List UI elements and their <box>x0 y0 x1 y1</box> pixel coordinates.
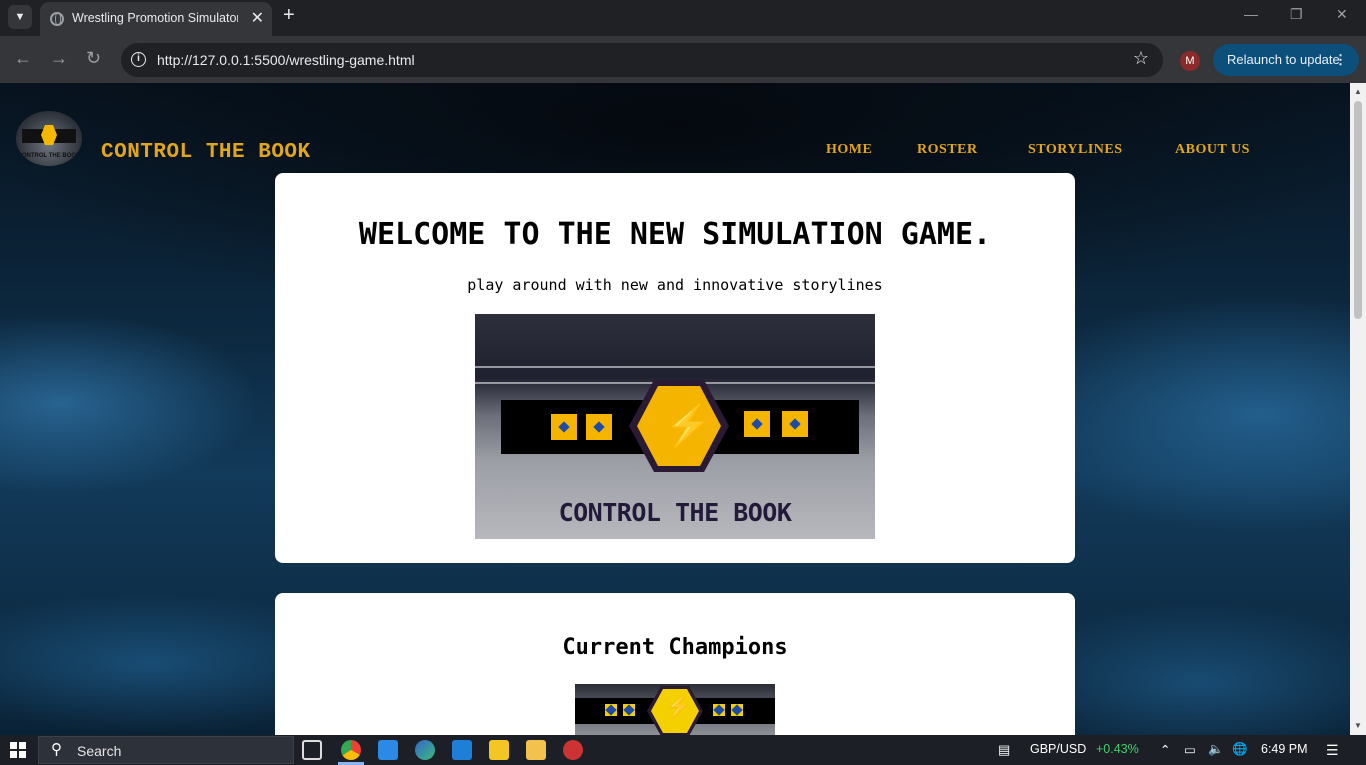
reload-icon[interactable]: ↻ <box>86 48 101 69</box>
vscode-icon[interactable] <box>378 740 398 760</box>
nav-roster[interactable]: ROSTER <box>917 142 978 158</box>
widgets-icon[interactable]: ▤ <box>998 742 1010 758</box>
file-explorer-icon[interactable] <box>526 740 546 760</box>
sticky-notes-icon[interactable] <box>489 740 509 760</box>
lightning-icon: ⚡ <box>663 404 713 448</box>
belt-gem <box>623 704 635 716</box>
belt-gem <box>782 411 808 437</box>
ticker-change: +0.43% <box>1096 742 1139 756</box>
nav-about-us[interactable]: ABOUT US <box>1175 142 1250 158</box>
champions-card: Current Champions ⚡ <box>275 593 1075 735</box>
bookmark-star-icon[interactable]: ☆ <box>1133 48 1149 69</box>
champions-title: Current Champions <box>562 635 788 660</box>
tray-chevron-up-icon[interactable]: ⌃ <box>1160 742 1170 757</box>
search-icon: ⚲ <box>51 741 62 758</box>
nav-home[interactable]: HOME <box>826 142 872 158</box>
profile-avatar[interactable]: M <box>1180 51 1200 71</box>
belt-gem <box>713 704 725 716</box>
network-globe-icon[interactable]: 🌐 <box>1232 742 1248 757</box>
champion-belt-image: ⚡ <box>575 684 775 735</box>
new-tab-icon[interactable]: + <box>283 4 295 27</box>
site-brand: CONTROL THE BOOK <box>101 141 311 164</box>
volume-icon[interactable]: 🔈 <box>1208 742 1224 757</box>
nav-storylines[interactable]: STORYLINES <box>1028 142 1123 158</box>
mail-icon[interactable] <box>452 740 472 760</box>
site-logo[interactable]: CONTROL THE BOOK <box>16 111 82 166</box>
belt-gem <box>731 704 743 716</box>
edge-icon[interactable] <box>415 740 435 760</box>
windows-start-icon[interactable] <box>10 742 26 758</box>
relaunch-button[interactable]: Relaunch to update ⋮ <box>1213 44 1359 76</box>
more-menu-icon[interactable]: ⋮ <box>1334 44 1347 76</box>
logo-text: CONTROL THE BOOK <box>17 153 81 159</box>
welcome-card: WELCOME TO THE NEW SIMULATION GAME. play… <box>275 173 1075 563</box>
welcome-subtitle: play around with new and innovative stor… <box>467 276 883 294</box>
minimize-icon[interactable]: — <box>1244 6 1258 22</box>
lightning-icon: ⚡ <box>665 694 693 719</box>
close-tab-icon[interactable]: ✕ <box>251 8 264 28</box>
belt-gem <box>605 704 617 716</box>
tab-search-chevron-icon[interactable]: ▼ <box>8 5 32 29</box>
hero-image: ⚡ CONTROL THE BOOK <box>475 314 875 539</box>
belt-gem <box>744 411 770 437</box>
page-viewport: CONTROL THE BOOK CONTROL THE BOOK HOME R… <box>0 83 1350 735</box>
app-icon[interactable] <box>563 740 583 760</box>
globe-icon <box>50 12 64 26</box>
site-info-icon[interactable]: i <box>131 52 146 67</box>
forward-icon[interactable]: → <box>50 48 68 69</box>
hero-image-text: CONTROL THE BOOK <box>558 498 792 527</box>
page-scrollbar[interactable]: ▲ ▼ <box>1350 83 1366 735</box>
ring-rope <box>475 366 875 368</box>
close-window-icon[interactable]: ✕ <box>1336 6 1348 23</box>
browser-tab-bar: ▼ Wrestling Promotion Simulator ✕ + — ❐ … <box>0 0 1366 36</box>
windows-taskbar: ⚲ Search ▤ GBP/USD +0.43% ⌃ ▭ 🔈 🌐 6:49 P… <box>0 735 1366 765</box>
welcome-title: WELCOME TO THE NEW SIMULATION GAME. <box>358 217 992 252</box>
chrome-icon[interactable] <box>341 740 361 760</box>
browser-toolbar: ← → ↻ i http://127.0.0.1:5500/wrestling-… <box>0 36 1366 83</box>
url-text[interactable]: http://127.0.0.1:5500/wrestling-game.htm… <box>157 52 415 68</box>
task-view-icon[interactable] <box>302 740 322 760</box>
back-icon[interactable]: ← <box>14 48 32 69</box>
scroll-down-icon[interactable]: ▼ <box>1354 721 1362 730</box>
scroll-up-icon[interactable]: ▲ <box>1354 87 1362 96</box>
address-bar[interactable]: i http://127.0.0.1:5500/wrestling-game.h… <box>121 43 1163 77</box>
notifications-icon[interactable]: ☰ <box>1326 742 1339 759</box>
taskbar-search[interactable]: ⚲ Search <box>38 736 294 764</box>
taskbar-search-label: Search <box>77 743 122 759</box>
tab-title: Wrestling Promotion Simulator <box>72 11 238 25</box>
scroll-thumb[interactable] <box>1354 101 1362 319</box>
clock-time[interactable]: 6:49 PM <box>1261 742 1308 756</box>
restore-icon[interactable]: ❐ <box>1290 6 1303 23</box>
browser-tab[interactable]: Wrestling Promotion Simulator ✕ <box>40 2 272 36</box>
battery-icon[interactable]: ▭ <box>1184 742 1196 757</box>
belt-gem <box>551 414 577 440</box>
ticker-label[interactable]: GBP/USD <box>1030 742 1086 756</box>
belt-gem <box>586 414 612 440</box>
relaunch-label: Relaunch to update <box>1227 52 1340 67</box>
